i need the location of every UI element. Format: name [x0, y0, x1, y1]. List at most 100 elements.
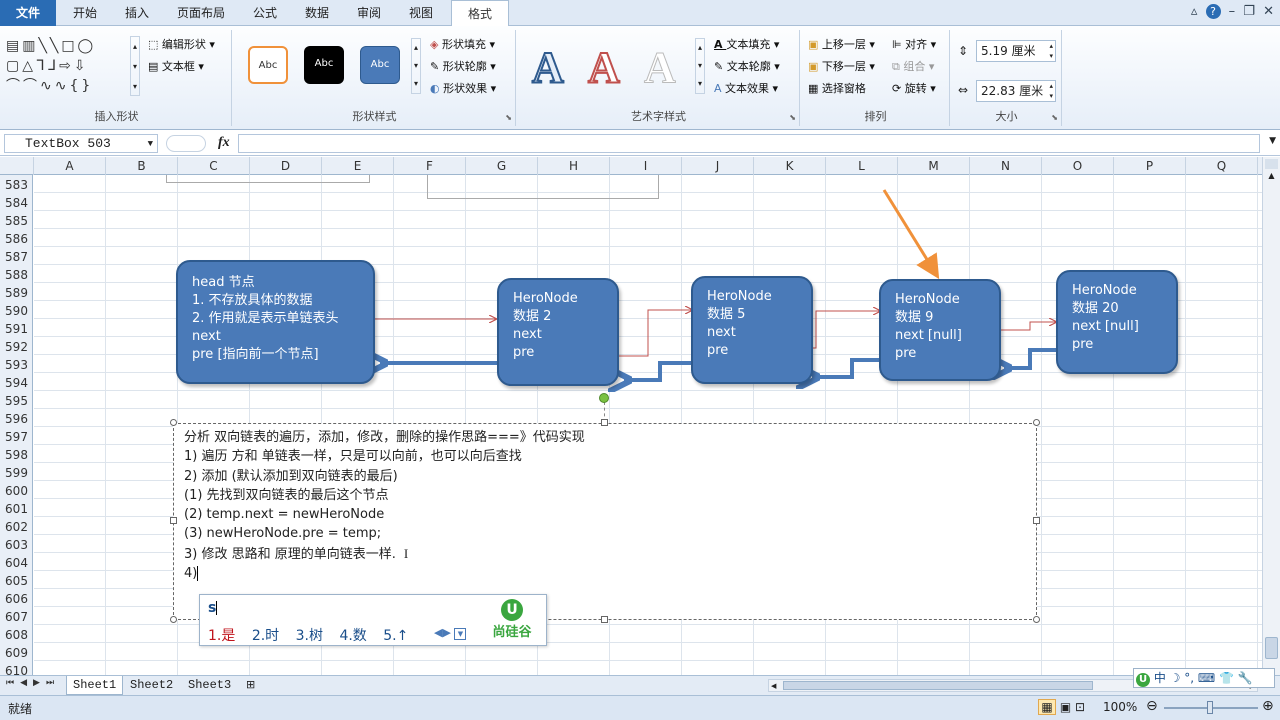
ime-tray-logo-icon[interactable]: U [1136, 673, 1150, 687]
column-header[interactable]: N [970, 157, 1042, 175]
shape-outline-button[interactable]: ✎ 形状轮廓 ▾ [430, 58, 496, 74]
rotation-handle[interactable] [599, 393, 609, 403]
row-header[interactable]: 585 [0, 212, 33, 230]
row-header[interactable]: 587 [0, 248, 33, 266]
column-header[interactable]: I [610, 157, 682, 175]
sheet-tab-1[interactable]: Sheet1 [66, 676, 124, 695]
page-layout-view-icon[interactable]: ▣ [1060, 700, 1071, 714]
row-header[interactable]: 600 [0, 482, 33, 500]
align-button[interactable]: ⊫ 对齐 ▾ [892, 36, 936, 52]
hero-node-2[interactable]: HeroNode 数据 2 next pre [497, 278, 619, 386]
width-input[interactable]: 22.83 厘米 ▴ ▾ [976, 80, 1056, 102]
column-header[interactable]: O [1042, 157, 1114, 175]
textbox-button[interactable]: ▤ 文本框 ▾ [148, 58, 204, 74]
zoom-level[interactable]: 100% [1103, 700, 1137, 714]
tab-page-layout[interactable]: 页面布局 [166, 0, 236, 26]
head-node[interactable]: head 节点 1. 不存放具体的数据 2. 作用就是表示单链表头 next p… [176, 260, 375, 384]
column-header[interactable]: P [1114, 157, 1186, 175]
formula-input[interactable] [238, 134, 1260, 153]
ime-candidate[interactable]: 3.树 [296, 628, 323, 644]
function-icon[interactable]: fx [218, 135, 230, 151]
column-header[interactable]: F [394, 157, 466, 175]
resize-handle-s[interactable] [601, 616, 608, 623]
row-header[interactable]: 601 [0, 500, 33, 518]
ime-punctuation-icon[interactable]: °, [1184, 671, 1194, 685]
ime-halfwidth-icon[interactable]: ☽ [1170, 671, 1181, 685]
row-header[interactable]: 593 [0, 356, 33, 374]
ribbon-minimize-icon[interactable]: ▵ [1191, 4, 1198, 19]
insert-sheet-icon[interactable]: ⊞ [246, 678, 255, 691]
resize-handle-se[interactable] [1033, 616, 1040, 623]
row-header[interactable]: 586 [0, 230, 33, 248]
window-restore-icon[interactable]: ❐ [1243, 4, 1255, 19]
resize-handle-ne[interactable] [1033, 419, 1040, 426]
resize-handle-n[interactable] [601, 419, 608, 426]
height-input[interactable]: 5.19 厘米 ▴ ▾ [976, 40, 1056, 62]
row-header[interactable]: 592 [0, 338, 33, 356]
help-icon[interactable]: ? [1205, 4, 1221, 19]
resize-handle-nw[interactable] [170, 419, 177, 426]
dialog-launcher-icon[interactable]: ⬊ [789, 113, 796, 122]
column-header[interactable]: B [106, 157, 178, 175]
ime-expand-icon[interactable]: ▼ [454, 628, 467, 640]
column-header[interactable]: C [178, 157, 250, 175]
row-header[interactable]: 605 [0, 572, 33, 590]
normal-view-icon[interactable]: ▦ [1038, 699, 1056, 715]
scroll-up-icon[interactable]: ▲ [1265, 171, 1278, 184]
ime-candidate[interactable]: 5.↑ [383, 628, 408, 644]
shape-style-blue[interactable]: Abc [360, 46, 400, 84]
chevron-down-icon[interactable]: ▼ [148, 135, 153, 153]
zoom-slider-thumb[interactable] [1207, 701, 1213, 714]
window-minimize-icon[interactable]: – [1229, 4, 1236, 19]
wordart-scroll[interactable]: ▴ ▾ ▾ [695, 38, 705, 94]
row-header[interactable]: 599 [0, 464, 33, 482]
ime-settings-icon[interactable]: 🔧 [1238, 671, 1253, 685]
zoom-out-icon[interactable]: ⊖ [1146, 698, 1158, 714]
shape-styles-scroll[interactable]: ▴ ▾ ▾ [411, 38, 421, 94]
row-header[interactable]: 602 [0, 518, 33, 536]
tab-view[interactable]: 视图 [398, 0, 444, 26]
row-header[interactable]: 589 [0, 284, 33, 302]
text-outline-button[interactable]: ✎ 文本轮廓 ▾ [714, 58, 780, 74]
edit-shape-button[interactable]: ⬚ 编辑形状 ▾ [148, 36, 215, 52]
row-header[interactable]: 607 [0, 608, 33, 626]
vertical-scrollbar[interactable]: ▲ [1262, 157, 1280, 675]
selection-pane-button[interactable]: ▦ 选择窗格 [808, 80, 866, 96]
row-header[interactable]: 606 [0, 590, 33, 608]
wordart-style-blue[interactable]: A [531, 42, 565, 93]
resize-handle-sw[interactable] [170, 616, 177, 623]
tab-formulas[interactable]: 公式 [242, 0, 288, 26]
resize-handle-w[interactable] [170, 517, 177, 524]
select-all-corner[interactable] [0, 157, 34, 175]
dialog-launcher-icon[interactable]: ⬊ [505, 113, 512, 122]
ime-skin-icon[interactable]: 👕 [1219, 671, 1234, 685]
tab-file[interactable]: 文件 [0, 0, 56, 26]
resize-handle-e[interactable] [1033, 517, 1040, 524]
row-header[interactable]: 609 [0, 644, 33, 662]
split-box[interactable] [1265, 159, 1278, 169]
dialog-launcher-icon[interactable]: ⬊ [1051, 113, 1058, 122]
row-header[interactable]: 604 [0, 554, 33, 572]
ime-next-page-icon[interactable]: ▶ [442, 626, 450, 639]
row-header[interactable]: 594 [0, 374, 33, 392]
row-header[interactable]: 603 [0, 536, 33, 554]
column-header[interactable]: G [466, 157, 538, 175]
column-header[interactable]: D [250, 157, 322, 175]
shape-fill-button[interactable]: ◈ 形状填充 ▾ [430, 36, 495, 52]
window-close-icon[interactable]: ✕ [1263, 4, 1274, 19]
name-box[interactable]: TextBox 503 ▼ [4, 134, 158, 153]
shape-effects-button[interactable]: ◐ 形状效果 ▾ [430, 80, 496, 96]
hero-node-20[interactable]: HeroNode 数据 20 next [null] pre [1056, 270, 1178, 374]
column-header[interactable]: A [34, 157, 106, 175]
column-header[interactable]: H [538, 157, 610, 175]
row-header[interactable]: 597 [0, 428, 33, 446]
text-fill-button[interactable]: A 文本填充 ▾ [714, 36, 779, 52]
tab-data[interactable]: 数据 [294, 0, 340, 26]
height-spinner-icon[interactable]: ▴ ▾ [1049, 41, 1053, 61]
group-button[interactable]: ⧉ 组合 ▾ [892, 58, 934, 74]
column-header[interactable]: K [754, 157, 826, 175]
tab-home[interactable]: 开始 [62, 0, 108, 26]
row-header[interactable]: 590 [0, 302, 33, 320]
text-effects-button[interactable]: A 文本效果 ▾ [714, 80, 778, 96]
tab-insert[interactable]: 插入 [114, 0, 160, 26]
